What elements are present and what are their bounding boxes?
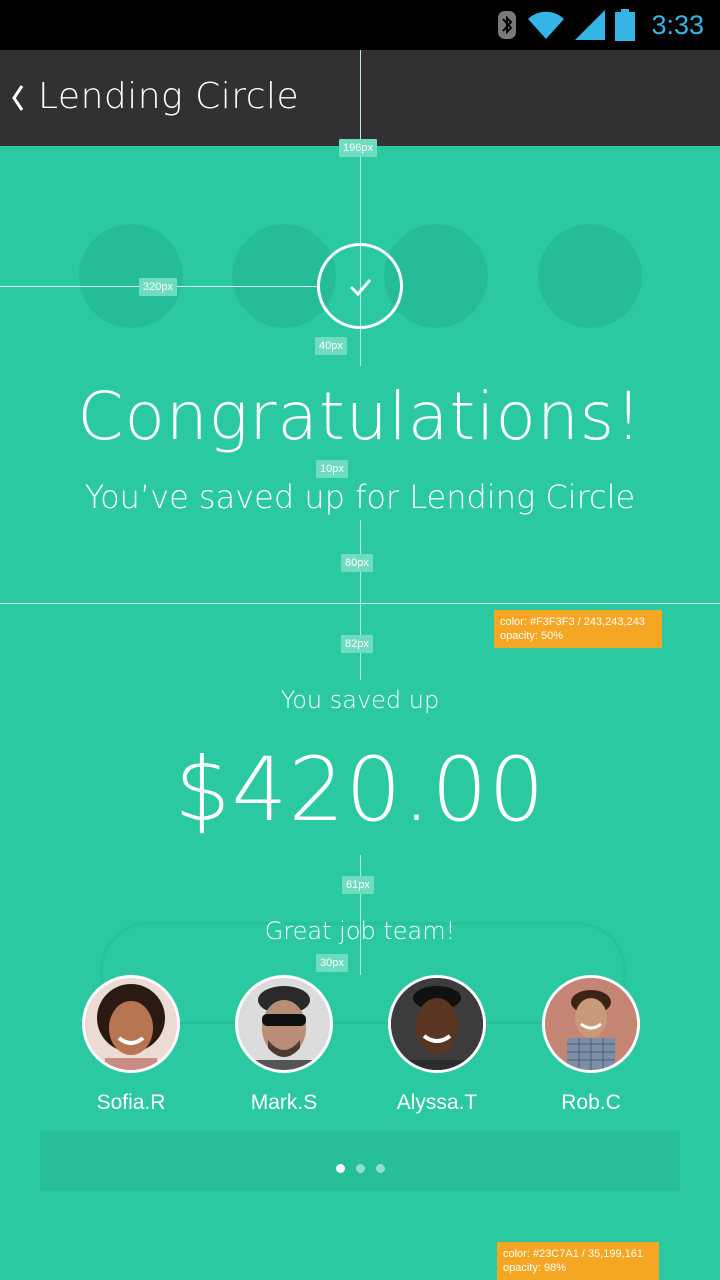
pager-dot[interactable] [356,1164,365,1173]
saved-amount: $420.00 [174,738,546,841]
measure-tag: 61px [342,876,374,894]
color-note-line: color: #F3F3F3 / 243,243,243 [500,616,645,628]
member-name: Mark.S [250,1091,318,1114]
color-note: color: #F3F3F3 / 243,243,243 opacity: 50… [494,610,662,648]
color-note-line: color: #23C7A1 / 35,199,161 [503,1248,644,1260]
member-card[interactable]: Rob.C [516,975,666,1115]
color-note-line: opacity: 98% [503,1262,566,1274]
avatar-image [85,978,177,1070]
measure-tag: 82px [341,635,373,653]
app-title: Lending Circle [38,76,300,117]
ghost-avatar [79,224,183,328]
bluetooth-icon [498,11,517,39]
pager-bar [40,1131,680,1191]
member-name: Alyssa.T [396,1091,478,1114]
avatar [388,975,486,1073]
saved-label: You saved up [280,686,440,714]
measure-tag: 320px [139,278,177,296]
avatar [542,975,640,1073]
congratulations-title: Congratulations! [77,378,643,455]
color-note-line: opacity: 50% [500,630,563,642]
pager-dot[interactable] [376,1164,385,1173]
member-card[interactable]: Alyssa.T [362,975,512,1115]
color-note: color: #23C7A1 / 35,199,161 opacity: 98% [497,1242,659,1280]
avatar-image [391,978,483,1070]
avatar-image [238,978,330,1070]
pager-dot-active[interactable] [336,1164,345,1173]
avatar-image [545,978,637,1070]
measure-tag: 196px [339,139,377,157]
wifi-icon [528,11,565,39]
success-check-badge [317,243,403,329]
avatar [82,975,180,1073]
status-time: 3:33 [651,9,704,40]
avatar [235,975,333,1073]
back-chevron-icon[interactable] [8,80,28,116]
member-card[interactable]: Mark.S [209,975,359,1115]
ghost-avatar [538,224,642,328]
guide-line [360,855,361,975]
member-name: Sofia.R [96,1091,166,1114]
status-icons: 3:33 [497,6,704,44]
member-name: Rob.C [561,1091,621,1114]
guide-line [360,520,361,680]
guide-line [0,603,720,604]
measure-tag: 10px [316,460,348,478]
measure-tag: 80px [341,554,373,572]
congratulations-subtitle: You’ve saved up for Lending Circle [84,478,636,516]
checkmark-icon [349,279,372,297]
battery-icon [615,9,636,41]
measure-tag: 40px [315,337,347,355]
team-message: Great job team! [264,917,456,945]
measure-tag: 30px [316,954,348,972]
member-card[interactable]: Sofia.R [56,975,206,1115]
signal-icon [575,10,606,40]
status-bar: 3:33 [0,0,720,50]
